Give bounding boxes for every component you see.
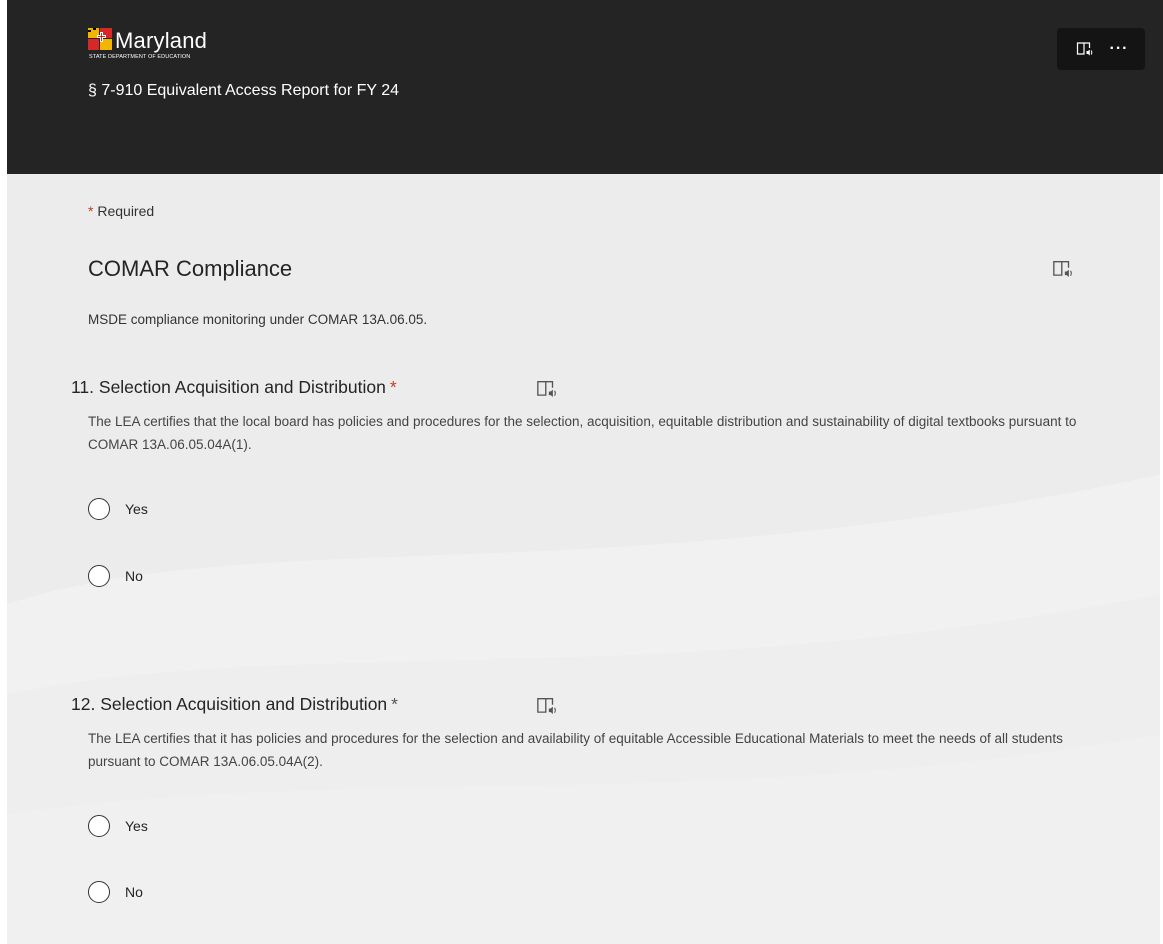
brand-subtitle: STATE DEPARTMENT OF EDUCATION	[89, 54, 191, 60]
radio-option-yes[interactable]: Yes	[88, 813, 148, 839]
form-page: Maryland STATE DEPARTMENT OF EDUCATION §…	[0, 0, 1163, 944]
required-star: *	[391, 694, 398, 714]
maryland-flag-icon	[88, 28, 112, 50]
radio-option-yes[interactable]: Yes	[88, 496, 148, 522]
question-description: The LEA certifies that it has policies a…	[88, 731, 1063, 769]
required-star: *	[389, 377, 397, 397]
required-label: Required	[97, 203, 155, 219]
question-title: 11. Selection Acquisition and Distributi…	[71, 377, 397, 398]
section-title: COMAR Compliance	[88, 256, 293, 281]
option-label: No	[125, 884, 143, 900]
form-title: § 7-910 Equivalent Access Report for FY …	[88, 82, 399, 99]
radio-button[interactable]	[88, 815, 110, 837]
question-description: The LEA certifies that the local board h…	[88, 414, 1077, 452]
immersive-reader-icon	[537, 380, 556, 397]
section-description: MSDE compliance monitoring under COMAR 1…	[88, 312, 428, 327]
question-title-text: 11. Selection Acquisition and Distributi…	[71, 377, 386, 397]
radio-option-no[interactable]: No	[88, 879, 143, 905]
radio-option-no[interactable]: No	[88, 563, 143, 589]
window-edge	[0, 0, 7, 944]
immersive-reader-icon	[1053, 260, 1072, 277]
question-12: 12. Selection Acquisition and Distributi…	[71, 694, 1111, 934]
question-11: 11. Selection Acquisition and Distributi…	[71, 377, 1111, 597]
section-immersive-reader-button[interactable]	[1052, 258, 1074, 280]
option-label: Yes	[125, 818, 148, 834]
question-immersive-reader-button[interactable]	[536, 378, 558, 400]
form-body: * Required COMAR Compliance MSDE complia…	[7, 174, 1163, 944]
radio-button[interactable]	[88, 498, 110, 520]
more-options-button[interactable]: ···	[1107, 37, 1131, 61]
required-note: * Required	[88, 203, 154, 219]
immersive-reader-icon	[537, 697, 556, 714]
immersive-reader-button[interactable]	[1073, 37, 1097, 61]
radio-button[interactable]	[88, 565, 110, 587]
question-immersive-reader-button[interactable]	[536, 695, 558, 717]
form-header: Maryland STATE DEPARTMENT OF EDUCATION §…	[7, 0, 1163, 174]
question-title-text: 12. Selection Acquisition and Distributi…	[71, 694, 388, 714]
option-label: Yes	[125, 501, 148, 517]
brand-name: Maryland	[115, 28, 208, 53]
header-toolbar: ···	[1057, 28, 1145, 70]
radio-button[interactable]	[88, 881, 110, 903]
question-title: 12. Selection Acquisition and Distributi…	[71, 694, 398, 715]
maryland-logo: Maryland STATE DEPARTMENT OF EDUCATION	[88, 28, 288, 64]
required-star: *	[88, 203, 94, 219]
immersive-reader-icon	[1076, 42, 1093, 56]
option-label: No	[125, 568, 143, 584]
